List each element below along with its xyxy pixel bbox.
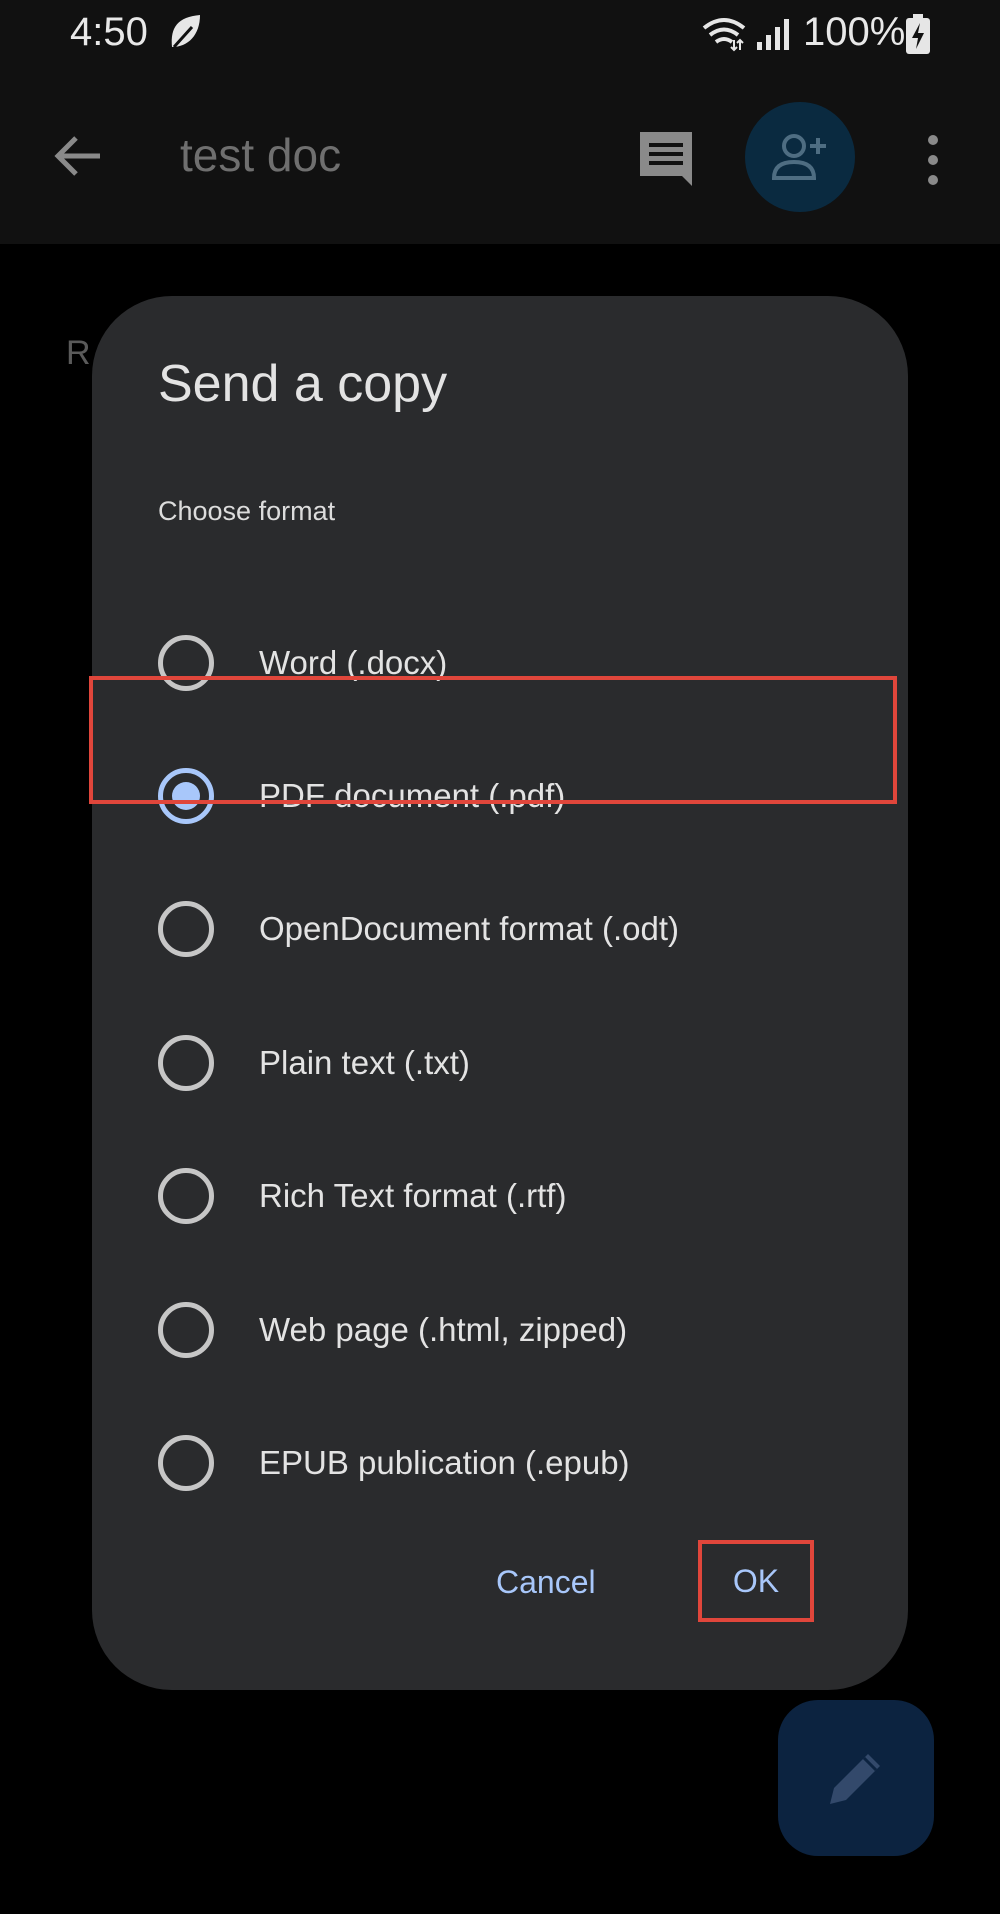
option-label: Rich Text format (.rtf): [259, 1177, 567, 1214]
status-bar: 4:50 100%: [0, 0, 1000, 68]
send-copy-dialog: Send a copy Choose format Word (.docx) P…: [89, 296, 908, 1690]
cancel-button[interactable]: Cancel: [490, 1554, 602, 1611]
wifi-icon: [702, 18, 746, 52]
edit-fab[interactable]: [778, 1700, 934, 1856]
more-vert-icon[interactable]: [920, 132, 946, 188]
signal-icon: [757, 19, 789, 50]
ok-button[interactable]: OK: [698, 1540, 814, 1622]
option-epub[interactable]: EPUB publication (.epub): [92, 1413, 908, 1513]
option-html[interactable]: Web page (.html, zipped): [92, 1280, 908, 1380]
option-label: Web page (.html, zipped): [259, 1311, 628, 1348]
leaf-icon: [171, 15, 200, 49]
option-rtf[interactable]: Rich Text format (.rtf): [92, 1146, 908, 1246]
radio-button[interactable]: [158, 1035, 214, 1091]
option-label: OpenDocument format (.odt): [259, 910, 680, 947]
pencil-icon: [830, 1754, 880, 1804]
selection-highlight-box: [89, 676, 897, 804]
radio-button[interactable]: [158, 1168, 214, 1224]
option-label: EPUB publication (.epub): [259, 1444, 630, 1481]
back-arrow-icon[interactable]: [52, 130, 104, 182]
status-time: 4:50: [70, 10, 148, 54]
app-bar: test doc: [0, 68, 1000, 244]
option-odt[interactable]: OpenDocument format (.odt): [92, 879, 908, 979]
battery-charging-icon: [906, 14, 930, 54]
share-button[interactable]: [745, 102, 855, 212]
battery-percent: 100%: [803, 10, 906, 54]
document-title: test doc: [180, 129, 342, 181]
radio-button[interactable]: [158, 1435, 214, 1491]
radio-button[interactable]: [158, 901, 214, 957]
radio-button[interactable]: [158, 1302, 214, 1358]
add-person-icon: [772, 134, 826, 180]
option-txt[interactable]: Plain text (.txt): [92, 1013, 908, 1113]
dialog-subtitle: Choose format: [158, 496, 336, 526]
option-label: Plain text (.txt): [259, 1044, 470, 1081]
comment-icon[interactable]: [636, 128, 696, 188]
background-text: R: [66, 334, 91, 372]
screen: 4:50 100% test doc R Send a copy Choose …: [0, 0, 1000, 1914]
dialog-title: Send a copy: [158, 355, 448, 413]
